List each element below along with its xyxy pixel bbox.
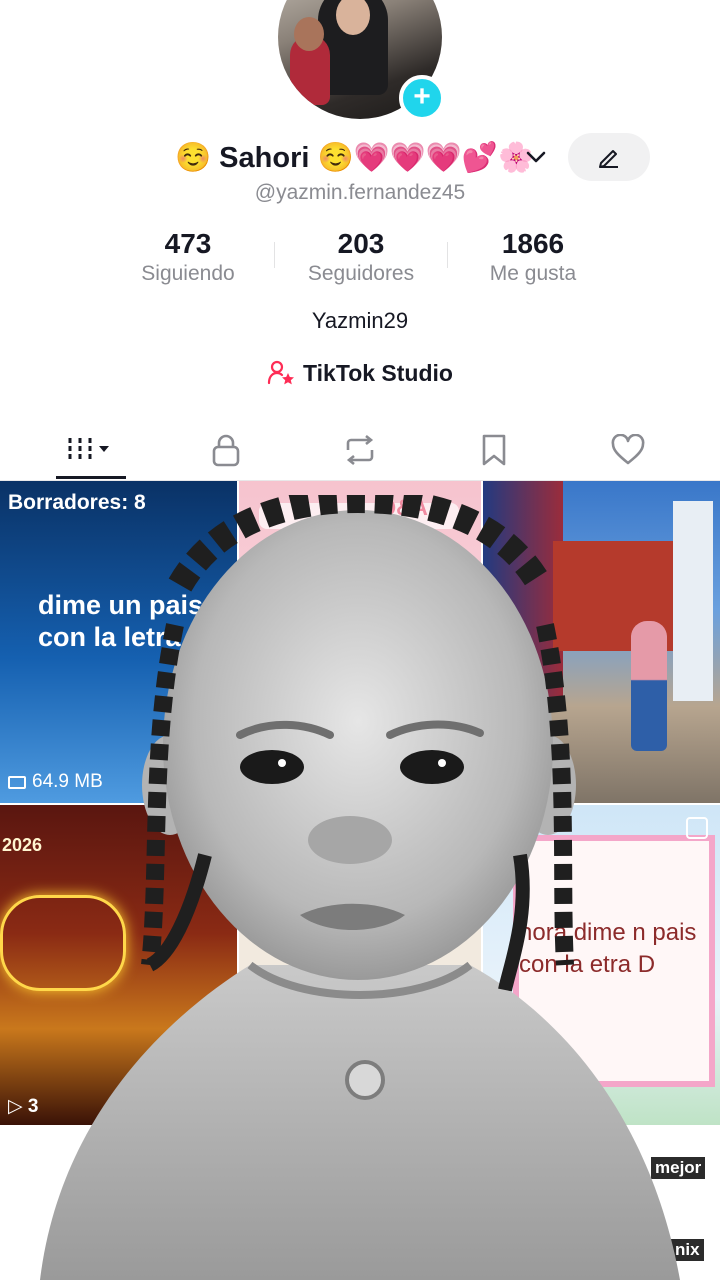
stat-followers[interactable]: 203 Seguidores bbox=[275, 228, 447, 286]
stat-followers-count: 203 bbox=[337, 228, 385, 259]
grid-icon bbox=[68, 438, 109, 462]
edit-profile-button[interactable] bbox=[568, 133, 650, 181]
stat-followers-label: Seguidores bbox=[307, 262, 415, 285]
avatar-child-face bbox=[294, 17, 324, 51]
profile-bio: Yazmin29 bbox=[311, 308, 409, 333]
tab-liked[interactable] bbox=[598, 428, 658, 472]
studio-label: TikTok Studio bbox=[303, 360, 453, 386]
tab-reposts[interactable] bbox=[330, 428, 390, 472]
pencil-icon bbox=[599, 150, 618, 168]
lock-icon bbox=[212, 434, 240, 467]
stat-following-count: 473 bbox=[164, 228, 212, 259]
add-story-plus-icon[interactable]: + bbox=[399, 75, 445, 121]
studio-user-star-icon bbox=[267, 360, 295, 385]
tab-videos[interactable] bbox=[61, 428, 121, 472]
bookmark-icon bbox=[482, 434, 506, 466]
heart-icon bbox=[611, 434, 645, 465]
chevron-down-icon[interactable] bbox=[525, 149, 547, 165]
tab-private[interactable] bbox=[196, 428, 256, 472]
active-tab-indicator bbox=[56, 476, 126, 479]
profile-tabs bbox=[0, 420, 720, 481]
display-name[interactable]: ☺️ Sahori ☺️💗💗💗💕🌸 bbox=[175, 136, 534, 180]
username: @yazmin.fernandez45 bbox=[254, 181, 466, 204]
stat-likes-count: 1866 bbox=[501, 228, 565, 259]
stat-following-label: Siguiendo bbox=[141, 262, 235, 285]
baby-sticker-overlay-image bbox=[40, 495, 680, 1280]
tab-saved[interactable] bbox=[464, 428, 524, 472]
stat-following[interactable]: 473 Siguiendo bbox=[102, 228, 274, 286]
stat-likes[interactable]: 1866 Me gusta bbox=[447, 228, 619, 286]
stat-likes-label: Me gusta bbox=[489, 262, 577, 285]
repost-icon bbox=[346, 434, 374, 466]
tiktok-studio-link[interactable]: TikTok Studio bbox=[0, 360, 720, 387]
